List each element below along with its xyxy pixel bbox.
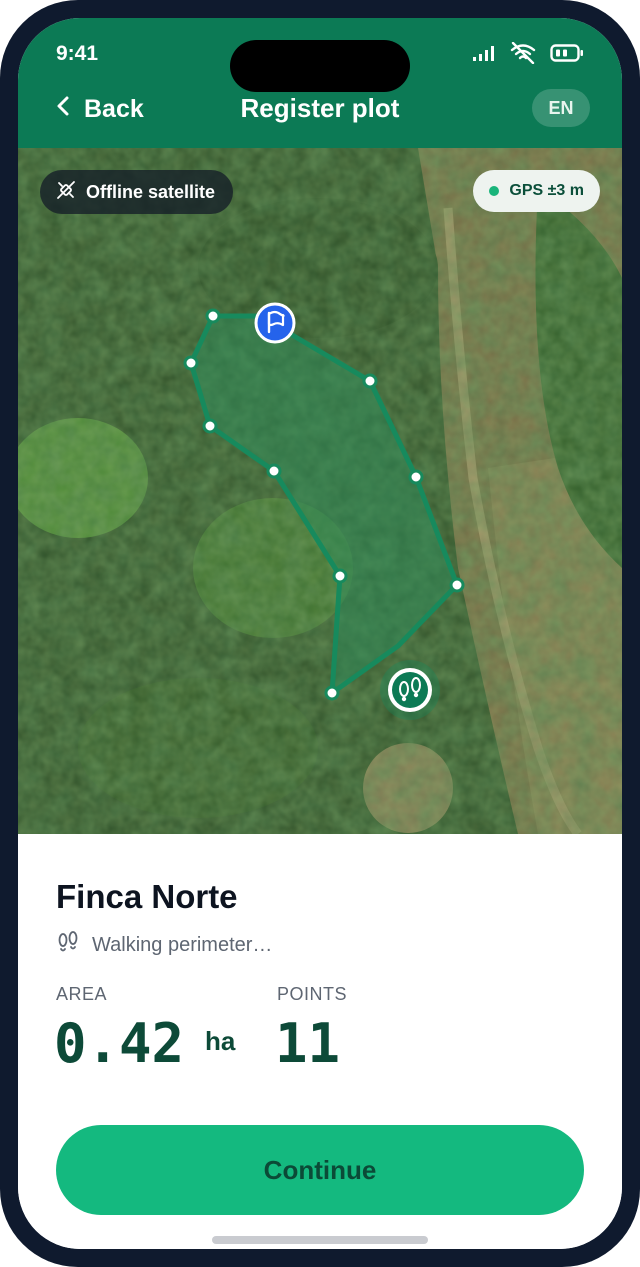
- app-header: 9:41 Back Register plot EN: [18, 18, 622, 148]
- area-unit: ha: [205, 1026, 236, 1056]
- perimeter-point: [408, 469, 424, 485]
- gps-badge-label: GPS ±3 m: [509, 182, 584, 199]
- signal-icon: [472, 44, 496, 67]
- plot-summary-sheet: Finca Norte Walking perimeter… AREA 0.42…: [18, 834, 622, 1249]
- walk-status: Walking perimeter…: [56, 930, 272, 960]
- perimeter-point: [332, 568, 348, 584]
- plot-name: Finca Norte: [56, 878, 238, 915]
- offline-satellite-badge[interactable]: Offline satellite: [40, 170, 234, 214]
- gps-accuracy-badge: GPS ±3 m: [473, 170, 600, 212]
- points-label: POINTS: [277, 984, 348, 1004]
- offline-badge-label: Offline satellite: [86, 181, 216, 202]
- continue-button[interactable]: Continue: [56, 1125, 584, 1215]
- screen: 9:41 Back Register plot EN Offline satel…: [18, 18, 622, 1249]
- gps-status-dot: [489, 186, 500, 196]
- perimeter-point: [324, 685, 340, 701]
- walker-position-marker: [380, 660, 440, 720]
- start-flag-marker: [254, 302, 296, 344]
- satellite-off-icon: [56, 180, 76, 205]
- perimeter-point: [449, 577, 465, 593]
- map-imagery: [18, 148, 622, 834]
- area-value: 0.42: [54, 1012, 185, 1075]
- battery-icon: [550, 43, 584, 68]
- area-label: AREA: [56, 984, 108, 1004]
- walk-status-label: Walking perimeter…: [92, 933, 273, 956]
- perimeter-point: [362, 373, 378, 389]
- phone-frame: 9:41 Back Register plot EN Offline satel…: [0, 0, 640, 1267]
- home-indicator: [212, 1236, 428, 1244]
- perimeter-point: [202, 418, 218, 434]
- perimeter-point: [205, 308, 221, 324]
- language-button[interactable]: EN: [532, 89, 590, 127]
- satellite-map[interactable]: Offline satellite GPS ±3 m: [18, 148, 622, 834]
- wifi-off-icon: [510, 41, 536, 69]
- dynamic-island: [230, 40, 410, 92]
- status-icons: [472, 41, 584, 69]
- status-time: 9:41: [56, 42, 99, 65]
- perimeter-point: [266, 463, 282, 479]
- perimeter-point: [183, 355, 199, 371]
- footprints-icon: [56, 930, 80, 960]
- points-value: 11: [275, 1012, 341, 1075]
